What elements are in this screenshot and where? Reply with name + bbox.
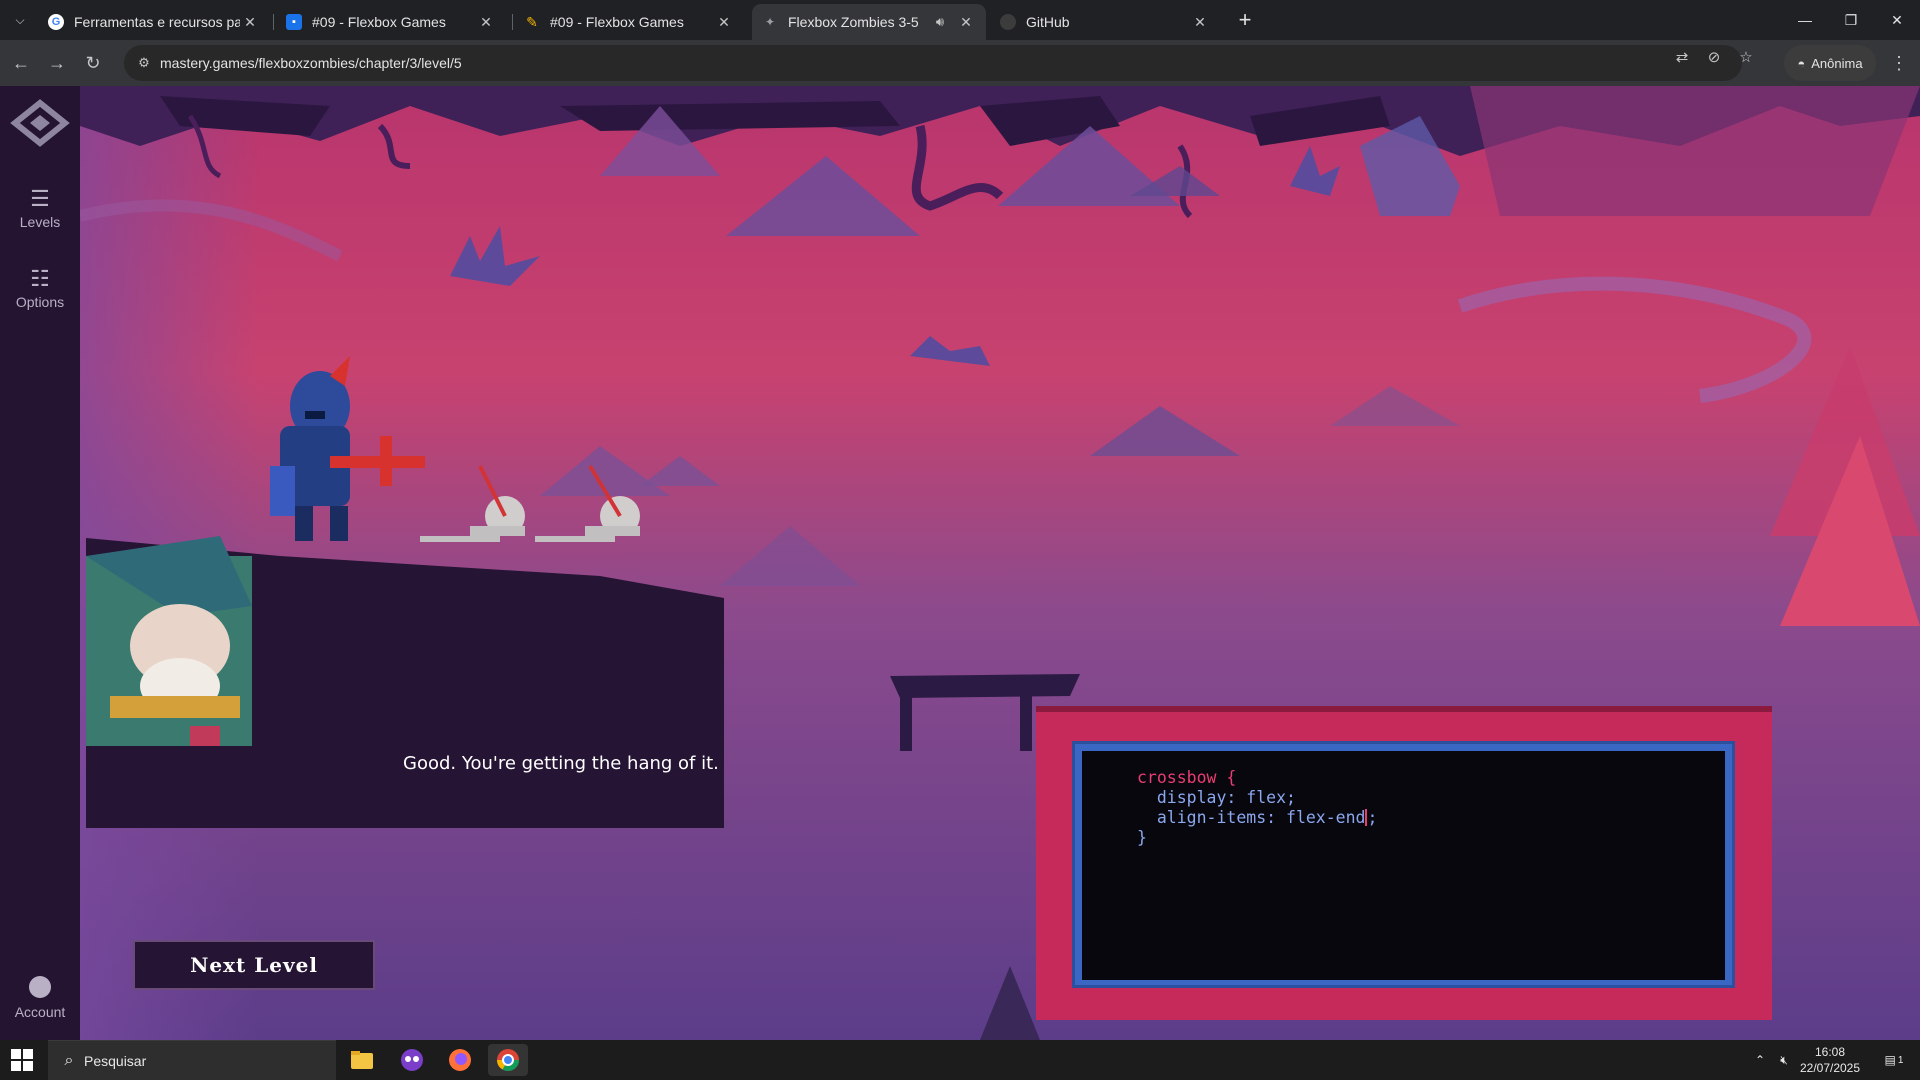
levels-button[interactable]: ☰ Levels xyxy=(0,186,80,230)
chevron-up-icon[interactable]: ⌃ xyxy=(1748,1040,1772,1080)
game-icon: ✦ xyxy=(764,15,776,29)
tab-title: GitHub xyxy=(1026,14,1070,30)
browser-tab-bar: ⌵ G Ferramentas e recursos para o ensino… xyxy=(0,0,1920,40)
pencil-icon: ✎ xyxy=(526,13,538,30)
code-selector: crossbow { xyxy=(1137,768,1237,787)
notification-count: 1 xyxy=(1897,1054,1904,1066)
site-info-icon[interactable]: ⚙ xyxy=(128,55,160,71)
code-line-2: display: flex; xyxy=(1137,788,1725,808)
options-label: Options xyxy=(15,294,65,310)
css-code-editor[interactable]: crossbow { display: flex; align-items: f… xyxy=(1082,751,1725,980)
chevron-down-icon: ⌵ xyxy=(15,12,25,27)
speaker-icon[interactable]: 🔊︎ xyxy=(930,14,950,30)
close-icon[interactable]: ✕ xyxy=(240,14,260,31)
tab-5[interactable]: GitHub ✕ xyxy=(990,4,1220,40)
restore-button[interactable]: ❐ xyxy=(1828,0,1874,40)
taskbar-clock[interactable]: 16:08 22/07/2025 xyxy=(1790,1044,1870,1076)
close-window-button[interactable]: ✕ xyxy=(1874,0,1920,40)
close-icon[interactable]: ✕ xyxy=(476,14,496,31)
sliders-icon: ☷ xyxy=(30,266,50,291)
github-icon xyxy=(1000,14,1016,30)
options-button[interactable]: ☷ Options xyxy=(0,266,80,310)
tab-title: #09 - Flexbox Games xyxy=(312,14,446,30)
account-button[interactable]: Account xyxy=(0,976,80,1020)
search-icon: ⌕ xyxy=(64,1051,74,1069)
tab-2[interactable]: ▪ #09 - Flexbox Games ✕ xyxy=(276,4,506,40)
firefox-icon[interactable] xyxy=(440,1044,480,1076)
file-explorer-icon[interactable] xyxy=(342,1044,382,1076)
app-mask-icon[interactable] xyxy=(392,1044,432,1076)
close-icon[interactable]: ✕ xyxy=(1190,14,1210,31)
mastery-games-logo-icon[interactable] xyxy=(10,98,70,148)
minimize-button[interactable]: — xyxy=(1782,0,1828,40)
profile-label: Anônima xyxy=(1811,55,1863,71)
notification-icon: ▤ xyxy=(1884,1053,1896,1067)
tab-title: Flexbox Zombies 3-5 xyxy=(788,14,919,30)
clock-time: 16:08 xyxy=(1814,1045,1846,1059)
reload-button[interactable]: ↻ xyxy=(78,48,108,78)
incognito-profile-button[interactable]: ◓ Anônima xyxy=(1784,45,1876,81)
tab-3[interactable]: ✎ #09 - Flexbox Games ✕ xyxy=(514,4,744,40)
eye-off-icon[interactable]: ⊘ xyxy=(1702,48,1726,68)
game-sidebar: ☰ Levels ☷ Options Account xyxy=(0,86,80,1040)
code-line-4: } xyxy=(1137,828,1725,848)
code-closing-brace: } xyxy=(1137,828,1147,847)
close-icon[interactable]: ✕ xyxy=(956,14,976,31)
clock-date: 22/07/2025 xyxy=(1799,1061,1861,1075)
search-placeholder: Pesquisar xyxy=(84,1052,147,1069)
star-icon[interactable]: ☆ xyxy=(1734,48,1758,68)
windows-start-icon[interactable] xyxy=(10,1048,34,1072)
windows-taskbar: ⌕ Pesquisar ⌃ 🔇︎ 16:08 22/07/2025 ▤ 1 xyxy=(0,1040,1920,1080)
menu-icon: ☰ xyxy=(30,186,50,211)
taskbar-search[interactable]: ⌕ Pesquisar xyxy=(48,1040,336,1080)
tab-search-button[interactable]: ⌵ xyxy=(6,8,34,32)
tab-title: Ferramentas e recursos para o ensino xyxy=(74,14,240,30)
incognito-icon: ◓ xyxy=(1797,55,1806,71)
account-label: Account xyxy=(14,1004,66,1020)
notification-button[interactable]: ▤ 1 xyxy=(1876,1040,1912,1080)
code-semicolon: ; xyxy=(1367,808,1378,827)
levels-label: Levels xyxy=(19,214,61,230)
classroom-icon: ▪ xyxy=(286,14,302,30)
code-align-items-declaration: align-items: flex-end xyxy=(1137,808,1366,827)
tab-title: #09 - Flexbox Games xyxy=(550,14,684,30)
chrome-icon[interactable] xyxy=(488,1044,528,1076)
code-line-1: crossbow { xyxy=(1137,768,1725,788)
address-bar[interactable]: ⚙ mastery.games/flexboxzombies/chapter/3… xyxy=(124,45,1742,81)
tab-1[interactable]: G Ferramentas e recursos para o ensino ✕ xyxy=(38,4,270,40)
code-display-declaration: display: flex; xyxy=(1137,788,1296,807)
close-icon[interactable]: ✕ xyxy=(714,14,734,31)
back-button[interactable]: ← xyxy=(6,48,36,78)
forward-button[interactable]: → xyxy=(42,48,72,78)
google-g-icon: G xyxy=(48,14,64,30)
next-level-button[interactable]: Next Level xyxy=(133,940,375,990)
translate-icon[interactable]: ⇄ xyxy=(1670,48,1694,68)
menu-kebab-icon[interactable]: ⋮ xyxy=(1884,48,1914,78)
dialog-text: Good. You're getting the hang of it. xyxy=(403,753,719,774)
wizard-portrait-icon xyxy=(86,536,252,746)
new-tab-button[interactable]: + xyxy=(1232,7,1258,33)
code-line-3: align-items: flex-end; xyxy=(1137,808,1725,828)
tab-4-active[interactable]: ✦ Flexbox Zombies 3-5 🔊︎ ✕ xyxy=(752,4,986,40)
url-text[interactable]: mastery.games/flexboxzombies/chapter/3/l… xyxy=(160,55,462,71)
browser-toolbar: ← → ↻ ⚙ mastery.games/flexboxzombies/cha… xyxy=(0,40,1920,86)
user-icon xyxy=(29,976,51,998)
